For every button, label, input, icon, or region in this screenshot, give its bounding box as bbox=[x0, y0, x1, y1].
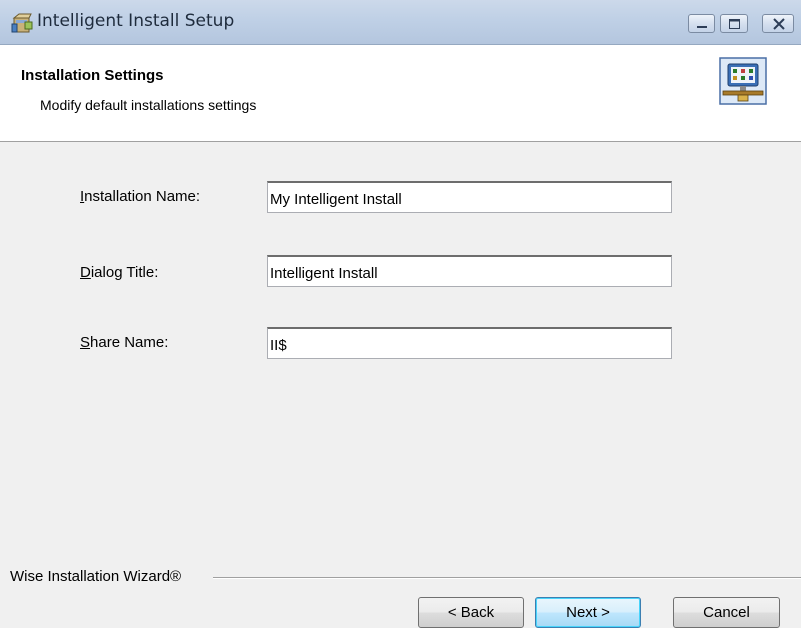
back-button[interactable]: < Back bbox=[418, 597, 524, 628]
dialog-title-label: Dialog Title: bbox=[80, 264, 159, 281]
dialog-title-input[interactable] bbox=[267, 255, 672, 287]
footer-divider bbox=[213, 577, 801, 579]
title-bar[interactable]: Intelligent Install Setup bbox=[0, 0, 801, 45]
maximize-icon bbox=[729, 19, 740, 29]
page-title: Installation Settings bbox=[21, 67, 164, 84]
network-computer-icon bbox=[719, 57, 767, 105]
minimize-icon bbox=[697, 26, 707, 28]
window-title: Intelligent Install Setup bbox=[37, 11, 235, 31]
cancel-button[interactable]: Cancel bbox=[673, 597, 780, 628]
next-button[interactable]: Next > bbox=[535, 597, 641, 628]
maximize-button[interactable] bbox=[720, 14, 748, 33]
share-name-input[interactable] bbox=[267, 327, 672, 359]
close-button[interactable] bbox=[762, 14, 794, 33]
installation-name-label: Installation Name: bbox=[80, 188, 201, 205]
wizard-header: Installation Settings Modify default ins… bbox=[0, 45, 801, 142]
minimize-button[interactable] bbox=[688, 14, 715, 33]
close-icon bbox=[773, 18, 785, 30]
setup-window: Intelligent Install Setup Installation S… bbox=[0, 0, 801, 628]
page-subtitle: Modify default installations settings bbox=[40, 97, 257, 113]
wizard-brand-label: Wise Installation Wizard® bbox=[10, 568, 182, 585]
share-name-label: Share Name: bbox=[80, 334, 169, 351]
installation-name-input[interactable] bbox=[267, 181, 672, 213]
installer-app-icon bbox=[11, 13, 33, 33]
